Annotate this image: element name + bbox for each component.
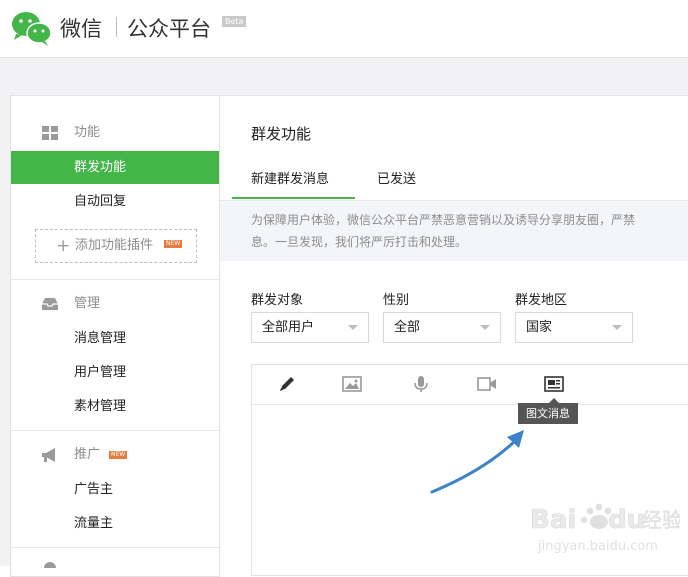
megaphone-icon: [42, 448, 55, 462]
chevron-down-icon: [612, 325, 622, 330]
add-plugin-label: 添加功能插件: [75, 238, 154, 253]
image-icon[interactable]: [342, 375, 362, 393]
logo-wechat-text: 微信: [60, 17, 102, 41]
tab-sent[interactable]: 已发送: [377, 168, 416, 187]
target-label: 群发对象: [251, 293, 304, 308]
sidebar-item-mass-send[interactable]: 群发功能: [11, 151, 220, 184]
sidebar-group-promotion: 推广 NEW: [11, 440, 220, 470]
target-select[interactable]: 全部用户: [251, 312, 369, 343]
sidebar-group-manage: 管理: [11, 289, 220, 319]
sidebar-item-label: 消息管理: [74, 331, 127, 346]
target-select-value: 全部用户: [262, 320, 315, 335]
svg-text:经验: 经验: [642, 508, 680, 532]
microphone-icon[interactable]: [411, 375, 431, 393]
active-tab-indicator: [232, 197, 355, 199]
sidebar-item-label: 广告主: [74, 482, 114, 497]
sidebar-item-publisher[interactable]: 流量主: [11, 507, 220, 540]
sidebar-group-function: 功能: [11, 118, 220, 148]
sidebar-item-materials[interactable]: 素材管理: [11, 390, 220, 423]
policy-notice: 为保障用户体验，微信公众平台严禁恶意营销以及诱导分享朋友圈，严禁 息。一旦发现，…: [220, 201, 688, 261]
wechat-logo-icon: [12, 12, 52, 46]
news-article-icon[interactable]: [544, 375, 564, 393]
chevron-down-icon: [480, 325, 490, 330]
new-badge: NEW: [164, 240, 183, 248]
sidebar-divider: [11, 279, 220, 280]
beta-badge: Beta: [222, 16, 247, 27]
region-select-value: 国家: [526, 320, 553, 335]
gender-label: 性别: [383, 293, 410, 308]
sidebar-item-label: 流量主: [74, 516, 114, 531]
sidebar-group-label: 功能: [74, 125, 101, 140]
logo-platform-text: 公众平台: [127, 17, 211, 41]
add-plugin-button[interactable]: + 添加功能插件 NEW: [35, 229, 197, 263]
sidebar-item-label: 用户管理: [74, 365, 127, 380]
sidebar-group-label: 推广: [74, 447, 101, 462]
sidebar-item-messages[interactable]: 消息管理: [11, 322, 220, 355]
new-badge: NEW: [109, 451, 128, 459]
pencil-icon[interactable]: [277, 375, 297, 393]
sidebar-divider: [11, 547, 220, 548]
baidu-watermark: Bai du 经验 jingyan.baidu.com: [530, 503, 680, 554]
partial-icon: [44, 562, 56, 568]
video-icon[interactable]: [477, 375, 497, 393]
notice-line-1: 为保障用户体验，微信公众平台严禁恶意营销以及诱导分享朋友圈，严禁: [251, 213, 636, 227]
logo-divider: [116, 17, 117, 37]
grid-icon: [42, 126, 58, 140]
sidebar-group-label: 管理: [74, 296, 101, 311]
inbox-icon: [42, 298, 58, 310]
sidebar: 功能 群发功能 自动回复 + 添加功能插件 NEW 管理 消息管理 用户管理 素…: [10, 95, 220, 577]
sidebar-item-label: 群发功能: [74, 160, 127, 175]
sidebar-item-users[interactable]: 用户管理: [11, 356, 220, 389]
plus-icon: +: [56, 236, 71, 256]
svg-text:jingyan.baidu.com: jingyan.baidu.com: [537, 539, 658, 554]
sidebar-divider: [11, 430, 220, 431]
sidebar-item-label: 素材管理: [74, 399, 127, 414]
page-title: 群发功能: [251, 125, 312, 143]
news-tooltip: 图文消息: [518, 403, 578, 424]
gender-select-value: 全部: [394, 320, 421, 335]
sidebar-item-auto-reply[interactable]: 自动回复: [11, 185, 220, 218]
svg-text:du: du: [608, 505, 645, 535]
sidebar-item-label: 自动回复: [74, 194, 127, 209]
editor-toolbar: [252, 365, 688, 405]
svg-text:Bai: Bai: [530, 505, 576, 535]
chevron-down-icon: [348, 325, 358, 330]
notice-line-2: 息。一旦发现，我们将严厉打击和处理。: [251, 235, 468, 249]
tab-bar: 新建群发消息 已发送: [220, 158, 688, 201]
region-select[interactable]: 国家: [515, 312, 633, 343]
top-header: 微信 公众平台 Beta: [0, 0, 688, 58]
region-label: 群发地区: [515, 293, 568, 308]
sidebar-item-advertiser[interactable]: 广告主: [11, 473, 220, 506]
tab-new-mass-message[interactable]: 新建群发消息: [251, 168, 329, 187]
gender-select[interactable]: 全部: [383, 312, 501, 343]
